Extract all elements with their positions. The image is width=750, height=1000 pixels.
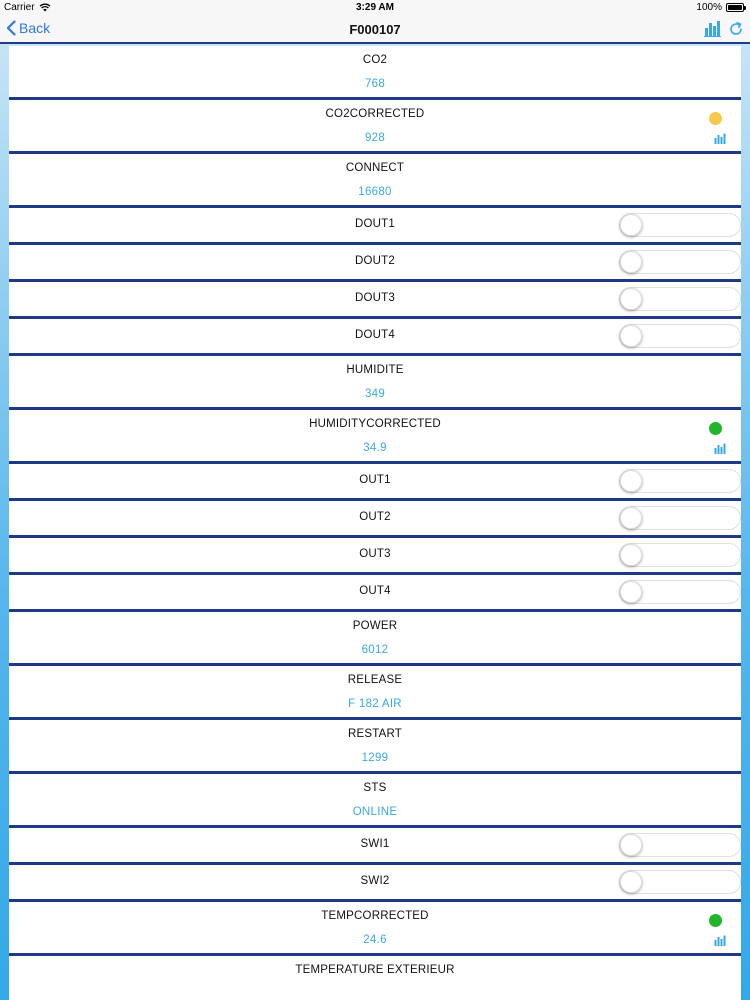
toggle-switch[interactable] [619, 833, 741, 857]
item-value: 768 [364, 78, 386, 90]
page-title: F000107 [349, 22, 401, 37]
status-dot-icon [709, 112, 722, 125]
toggle-switch[interactable] [619, 543, 741, 567]
navigation-bar: Back F000107 [0, 16, 750, 44]
list-item: RESTART 1299 [9, 720, 741, 774]
refresh-button[interactable] [728, 21, 744, 37]
list-item: OUT4 [9, 575, 741, 612]
list-item: RELEASE F 182 AIR [9, 666, 741, 720]
battery-percent: 100% [696, 2, 722, 13]
list-item: STS ONLINE [9, 774, 741, 828]
item-label: TEMPCORRECTED [321, 910, 429, 922]
toggle-switch[interactable] [619, 287, 741, 311]
item-value: 349 [364, 388, 386, 400]
toggle-knob [620, 544, 642, 566]
list-item: OUT3 [9, 538, 741, 575]
item-value: 34.9 [363, 442, 387, 454]
toggle-knob [620, 507, 642, 529]
list-item: DOUT3 [9, 282, 741, 319]
list-item: TEMPCORRECTED 24.6 [9, 902, 741, 956]
item-value: 16680 [358, 186, 392, 198]
list-item: SWI2 [9, 865, 741, 902]
item-label: STS [363, 782, 387, 794]
toggle-switch[interactable] [619, 580, 741, 604]
battery-icon [726, 3, 746, 12]
item-label: HUMIDITYCORRECTED [309, 418, 441, 430]
toggle-switch[interactable] [619, 324, 741, 348]
chart-button[interactable] [704, 20, 722, 37]
status-dot-icon [709, 914, 722, 927]
bar-chart-icon [704, 21, 721, 37]
item-label: TEMPERATURE EXTERIEUR [295, 964, 455, 976]
list-item: OUT1 [9, 464, 741, 501]
list-item: CONNECT 16680 [9, 154, 741, 208]
toggle-knob [620, 325, 642, 347]
item-label: HUMIDITE [346, 364, 404, 376]
item-label: CONNECT [345, 162, 405, 174]
status-time: 3:29 AM [356, 2, 394, 13]
list-item: CO2CORRECTED 928 [9, 100, 741, 154]
list-item: DOUT2 [9, 245, 741, 282]
list-item: TEMPERATURE EXTERIEUR [9, 956, 741, 1000]
toggle-knob [620, 871, 642, 893]
toggle-switch[interactable] [619, 250, 741, 274]
toggle-knob [620, 251, 642, 273]
list-item: POWER 6012 [9, 612, 741, 666]
list-item: HUMIDITE 349 [9, 356, 741, 410]
toggle-switch[interactable] [619, 870, 741, 894]
toggle-switch[interactable] [619, 506, 741, 530]
variable-list: CO2 768 CO2CORRECTED 928 CONNECT 16680 DOUT1 DO… [9, 46, 741, 1000]
nav-actions [704, 20, 744, 37]
list-item: DOUT4 [9, 319, 741, 356]
item-label: RESTART [347, 728, 402, 740]
toggle-switch[interactable] [619, 213, 741, 237]
battery-status: 100% [696, 2, 746, 13]
toggle-knob [620, 581, 642, 603]
item-label: CO2 [362, 54, 388, 66]
bar-chart-icon[interactable] [714, 935, 726, 946]
list-item: DOUT1 [9, 208, 741, 245]
item-value: 24.6 [363, 934, 387, 946]
status-bar: Carrier 3:29 AM 100% [0, 0, 750, 16]
list-item: SWI1 [9, 828, 741, 865]
toggle-switch[interactable] [619, 469, 741, 493]
item-value: 6012 [361, 644, 389, 656]
toggle-knob [620, 288, 642, 310]
item-label: POWER [352, 620, 398, 632]
toggle-knob [620, 834, 642, 856]
item-value: ONLINE [352, 806, 398, 818]
list-item: HUMIDITYCORRECTED 34.9 [9, 410, 741, 464]
refresh-icon [730, 21, 742, 35]
item-value: 1299 [361, 752, 389, 764]
item-label: RELEASE [347, 674, 403, 686]
toggle-knob [620, 470, 642, 492]
item-label: CO2CORRECTED [325, 108, 425, 120]
list-item: CO2 768 [9, 46, 741, 100]
item-value: 928 [364, 132, 386, 144]
list-item: OUT2 [9, 501, 741, 538]
item-value: F 182 AIR [348, 698, 402, 710]
bar-chart-icon[interactable] [714, 133, 726, 144]
bar-chart-icon[interactable] [714, 443, 726, 454]
status-dot-icon [709, 422, 722, 435]
toggle-knob [620, 214, 642, 236]
